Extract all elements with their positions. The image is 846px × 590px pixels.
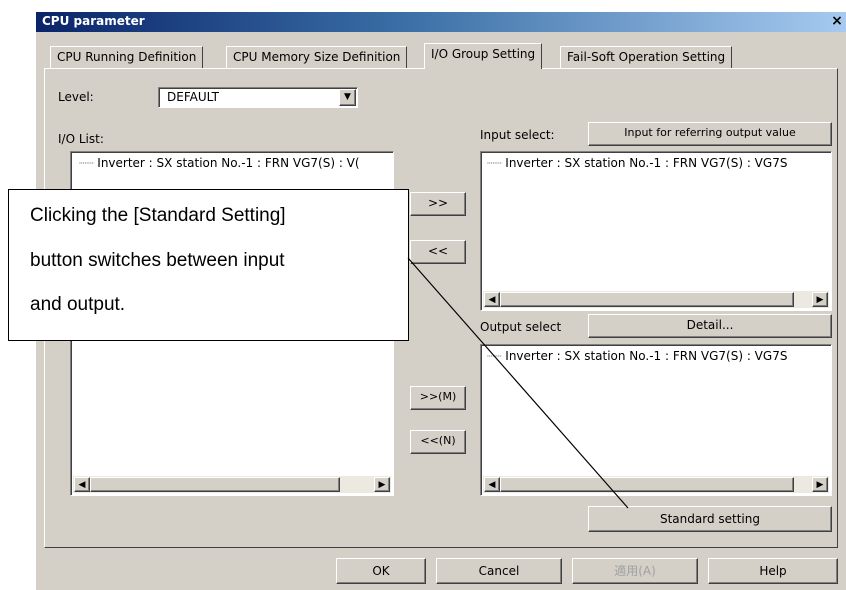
callout-line-3: and output. — [30, 294, 126, 315]
tab-label: CPU Memory Size Definition — [233, 50, 401, 64]
scroll-left-icon[interactable]: ◀ — [484, 292, 500, 307]
scroll-right-icon[interactable]: ▶ — [374, 477, 390, 492]
input-select-list[interactable]: ┈┈ Inverter : SX station No.-1 : FRN VG7… — [480, 151, 832, 311]
scroll-thumb[interactable] — [500, 477, 794, 492]
list-item-text: Inverter : SX station No.-1 : FRN VG7(S)… — [97, 156, 360, 170]
io-list-scrollbar[interactable]: ◀ ▶ — [73, 476, 391, 493]
tab-cpu-running-definition[interactable]: CPU Running Definition — [50, 46, 204, 68]
level-label: Level: — [58, 90, 94, 104]
callout-line-1: Clicking the [Standard Setting] — [30, 205, 286, 226]
output-select-scrollbar[interactable]: ◀ ▶ — [483, 476, 829, 493]
tab-label: I/O Group Setting — [431, 47, 536, 61]
level-value: DEFAULT — [167, 90, 219, 104]
title-bar[interactable] — [36, 12, 846, 32]
tab-fail-soft-operation-setting[interactable]: Fail-Soft Operation Setting — [560, 46, 733, 68]
close-icon[interactable]: × — [830, 13, 844, 29]
standard-setting-button[interactable]: Standard setting — [588, 506, 832, 532]
output-select-label: Output select — [480, 320, 562, 334]
list-item-text: Inverter : SX station No.-1 : FRN VG7(S)… — [505, 349, 788, 363]
add-output-button[interactable]: >>(M) — [410, 386, 466, 410]
list-item[interactable]: ┈┈ Inverter : SX station No.-1 : FRN VG7… — [79, 156, 389, 170]
input-select-label: Input select: — [480, 128, 555, 142]
scroll-right-icon[interactable]: ▶ — [812, 477, 828, 492]
list-item[interactable]: ┈┈ Inverter : SX station No.-1 : FRN VG7… — [487, 349, 827, 363]
tab-label: CPU Running Definition — [57, 50, 197, 64]
chevron-down-icon[interactable]: ▼ — [339, 89, 356, 106]
window-title: CPU parameter — [42, 14, 145, 28]
io-list-label: I/O List: — [58, 132, 104, 146]
scroll-left-icon[interactable]: ◀ — [484, 477, 500, 492]
ok-button[interactable]: OK — [336, 558, 426, 584]
scroll-thumb[interactable] — [90, 477, 340, 492]
add-input-button[interactable]: >> — [410, 192, 466, 216]
input-referring-output-button[interactable]: Input for referring output value — [588, 122, 832, 146]
remove-output-button[interactable]: <<(N) — [410, 430, 466, 454]
cancel-button[interactable]: Cancel — [436, 558, 562, 584]
scroll-left-icon[interactable]: ◀ — [74, 477, 90, 492]
scroll-right-icon[interactable]: ▶ — [812, 292, 828, 307]
tab-io-group-setting[interactable]: I/O Group Setting — [424, 43, 543, 69]
help-button[interactable]: Help — [708, 558, 838, 584]
detail-button[interactable]: Detail... — [588, 314, 832, 338]
apply-button: 適用(A) — [572, 558, 698, 584]
list-item[interactable]: ┈┈ Inverter : SX station No.-1 : FRN VG7… — [487, 156, 827, 170]
tab-cpu-memory-size-definition[interactable]: CPU Memory Size Definition — [226, 46, 408, 68]
tab-label: Fail-Soft Operation Setting — [567, 50, 726, 64]
output-select-list[interactable]: ┈┈ Inverter : SX station No.-1 : FRN VG7… — [480, 344, 832, 496]
input-select-scrollbar[interactable]: ◀ ▶ — [483, 291, 829, 308]
list-item-text: Inverter : SX station No.-1 : FRN VG7(S)… — [505, 156, 788, 170]
remove-input-button[interactable]: << — [410, 240, 466, 264]
callout-line-2: button switches between input — [30, 250, 285, 271]
scroll-thumb[interactable] — [500, 292, 794, 307]
level-dropdown[interactable]: DEFAULT ▼ — [158, 87, 358, 108]
